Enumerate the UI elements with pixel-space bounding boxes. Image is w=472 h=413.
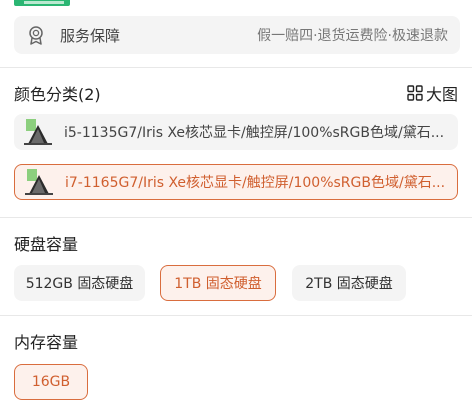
color-variant-label: i7-1165G7/Iris Xe核芯显卡/触控屏/100%sRGB色域/黛石.…: [65, 175, 446, 191]
grid-icon: [407, 85, 423, 101]
service-guarantee-row[interactable]: 服务保障 假一赔四·退货运费险·极速退款: [14, 16, 460, 54]
laptop-thumbnail-icon: [20, 117, 56, 147]
color-section-title: 颜色分类(2): [14, 85, 101, 104]
product-thumbnail-fragment: [14, 0, 70, 6]
guarantee-badge-icon: [26, 25, 46, 45]
storage-option-512gb[interactable]: 512GB 固态硬盘: [14, 265, 145, 301]
storage-section-title: 硬盘容量: [14, 235, 79, 254]
divider: [0, 67, 472, 68]
big-image-button[interactable]: 大图: [407, 81, 458, 105]
color-variant-option-selected[interactable]: i7-1165G7/Iris Xe核芯显卡/触控屏/100%sRGB色域/黛石.…: [14, 164, 458, 200]
memory-section-title: 内存容量: [14, 333, 79, 352]
divider: [0, 315, 472, 316]
storage-option-1tb[interactable]: 1TB 固态硬盘: [160, 265, 276, 301]
color-variant-option[interactable]: i5-1135G7/Iris Xe核芯显卡/触控屏/100%sRGB色域/黛石.…: [14, 114, 458, 150]
service-description: 假一赔四·退货运费险·极速退款: [257, 28, 448, 44]
storage-option-2tb[interactable]: 2TB 固态硬盘: [292, 265, 406, 301]
service-title: 服务保障: [60, 26, 121, 45]
laptop-thumbnail-icon: [21, 167, 57, 197]
color-variant-label: i5-1135G7/Iris Xe核芯显卡/触控屏/100%sRGB色域/黛石.…: [64, 125, 445, 141]
divider: [0, 217, 472, 218]
memory-option-16gb[interactable]: 16GB: [14, 364, 88, 400]
big-image-label: 大图: [425, 85, 458, 104]
